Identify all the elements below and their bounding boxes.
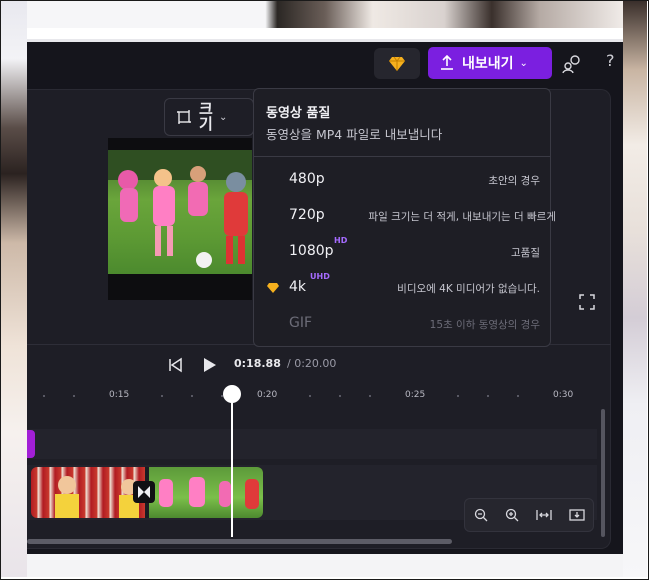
window-top-edge [27,39,623,42]
current-time: 0:18.88 [234,357,281,370]
option-name: 720p [289,207,325,223]
ruler-tick [516,395,519,397]
option-4k[interactable]: 4k UHD 비디오에 4K 미디어가 없습니다. [254,271,550,305]
zoom-in-icon[interactable] [505,508,519,522]
export-button[interactable]: 내보내기 ⌄ [428,47,552,79]
fit-width-icon[interactable] [535,508,552,522]
clip-thumbnail-children[interactable] [149,467,263,518]
play-icon[interactable] [201,357,217,373]
ruler-tick [339,395,341,397]
option-name: 4k [289,279,307,295]
ruler-tick [191,395,193,397]
option-name: 1080p [289,243,334,259]
diamond-icon [267,283,279,293]
ruler-label: 0:20 [257,390,278,400]
crop-icon [177,110,191,124]
ruler-tick [487,395,489,397]
playhead-line [231,387,233,537]
vertical-scrollbar[interactable] [601,409,605,537]
skip-back-icon[interactable] [167,357,183,373]
playback-controls [167,355,217,375]
option-480p[interactable]: 480p 초안의 경우 [254,163,550,197]
insert-icon[interactable] [568,508,585,522]
resize-button[interactable]: 크기 ⌄ [164,98,254,136]
option-720p[interactable]: 720p 파일 크기는 더 적게, 내보내기는 더 빠르게 [254,199,556,233]
dropdown-title: 동영상 품질 [266,106,331,121]
background-bottom [27,554,623,577]
clip-thumbnail-library[interactable] [31,467,145,518]
background-left [1,1,27,577]
ruler-tick [368,395,371,397]
dropdown-subtitle: 동영상을 MP4 파일로 내보냅니다 [266,127,443,142]
export-button-label: 내보내기 [462,56,514,72]
video-preview[interactable] [108,138,252,300]
option-name: 480p [289,171,325,187]
background-top [27,1,623,28]
option-desc: 비디오에 4K 미디어가 없습니다. [397,283,540,295]
diamond-icon [389,56,405,71]
ruler-label: 0:15 [109,390,130,400]
transition-icon[interactable] [133,481,155,503]
ruler-tick [220,395,223,397]
chevron-down-icon: ⌄ [519,57,528,69]
chevron-down-icon: ⌄ [219,111,228,123]
help-icon[interactable]: ? [606,51,615,70]
total-time: / 0:20.00 [287,357,337,370]
hd-badge: HD [334,236,348,245]
option-desc: 파일 크기는 더 적게, 내보내기는 더 빠르게 [368,211,556,223]
audio-track[interactable] [27,429,597,459]
fullscreen-icon[interactable] [579,294,595,310]
track-handle[interactable] [27,430,35,458]
collaborate-icon[interactable] [562,54,582,74]
ruler-tick [43,395,45,397]
option-desc: 초안의 경우 [488,175,540,187]
video-frame-image [108,150,252,274]
background-right [623,1,647,577]
option-desc: 고품질 [511,247,540,259]
dropdown-divider [254,156,550,157]
upload-icon [441,55,453,70]
option-desc: 15초 이하 동영상의 경우 [429,319,540,331]
option-gif[interactable]: GIF 15초 이하 동영상의 경우 [254,307,550,341]
playhead-handle[interactable] [223,385,241,403]
zoom-out-icon[interactable] [474,508,488,522]
horizontal-scrollbar[interactable] [27,539,452,544]
resize-button-label: 크기 [199,100,213,133]
option-name: GIF [289,315,313,331]
ruler-label: 0:30 [553,390,574,400]
export-quality-dropdown: 동영상 품질 동영상을 MP4 파일로 내보냅니다 480p 초안의 경우 72… [253,88,556,347]
ruler-tick [72,395,75,397]
uhd-badge: UHD [310,272,330,281]
ruler-label: 0:25 [405,390,426,400]
zoom-controls [464,498,594,532]
option-1080p[interactable]: 1080p HD 고품질 [254,235,550,269]
premium-button[interactable] [374,48,420,79]
